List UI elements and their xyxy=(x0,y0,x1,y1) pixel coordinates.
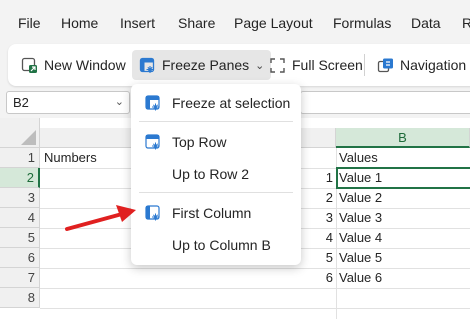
column-header-b[interactable]: B xyxy=(336,128,470,148)
freeze-panes-menu: Freeze at selection Top Row Up to Row 2 … xyxy=(131,84,301,265)
freeze-panes-button[interactable]: Freeze Panes ⌄ xyxy=(132,50,272,80)
menu-formulas[interactable]: Formulas xyxy=(333,15,391,31)
menu-item-label: Up to Column B xyxy=(172,237,271,253)
active-cell-outline xyxy=(336,167,470,189)
name-box-value: B2 xyxy=(13,95,29,110)
row-header-3[interactable]: 3 xyxy=(0,188,40,208)
toolbar-divider xyxy=(364,54,365,76)
cell-a3[interactable]: 2 xyxy=(300,188,333,208)
gridline xyxy=(40,288,470,289)
name-box[interactable]: B2 ⌄ xyxy=(6,91,130,114)
new-window-button[interactable]: New Window xyxy=(14,50,133,80)
new-window-label: New Window xyxy=(44,57,126,73)
select-all-corner[interactable] xyxy=(0,118,40,148)
full-screen-label: Full Screen xyxy=(292,57,363,73)
new-window-icon xyxy=(21,57,37,73)
ribbon-toolbar: New Window Freeze Panes ⌄ Full Screen Na… xyxy=(8,44,470,86)
formula-bar[interactable] xyxy=(300,91,470,114)
cell-b6[interactable]: Value 5 xyxy=(339,248,382,268)
select-all-icon xyxy=(21,130,36,145)
cell-b3[interactable]: Value 2 xyxy=(339,188,382,208)
menu-page-layout[interactable]: Page Layout xyxy=(234,15,313,31)
menu-item-up-to-row-2[interactable]: Up to Row 2 xyxy=(131,160,301,188)
cell-b1[interactable]: Values xyxy=(339,148,378,168)
freeze-top-row-icon xyxy=(145,134,160,150)
full-screen-button[interactable]: Full Screen xyxy=(262,50,370,80)
cell-a1[interactable]: Numbers xyxy=(44,148,97,168)
cell-b7[interactable]: Value 6 xyxy=(339,268,382,288)
menu-divider xyxy=(139,121,293,122)
row-header-1[interactable]: 1 xyxy=(0,148,40,168)
menu-insert[interactable]: Insert xyxy=(120,15,155,31)
annotation-arrow-icon xyxy=(65,205,136,231)
menu-item-first-column[interactable]: First Column xyxy=(131,199,301,227)
navigation-icon xyxy=(377,58,393,72)
menu-item-label: First Column xyxy=(172,205,252,221)
row-header-4[interactable]: 4 xyxy=(0,208,40,228)
row-header-5[interactable]: 5 xyxy=(0,228,40,248)
menu-data[interactable]: Data xyxy=(411,15,441,31)
chevron-down-icon[interactable]: ⌄ xyxy=(115,95,124,108)
row-header-6[interactable]: 6 xyxy=(0,248,40,268)
gridline xyxy=(40,308,470,309)
cell-a4[interactable]: 3 xyxy=(300,208,333,228)
menu-review[interactable]: R xyxy=(462,15,470,31)
row-header-2[interactable]: 2 xyxy=(0,168,40,188)
menu-item-label: Top Row xyxy=(172,134,227,150)
cell-b5[interactable]: Value 4 xyxy=(339,228,382,248)
menu-file[interactable]: File xyxy=(18,15,41,31)
menu-home[interactable]: Home xyxy=(61,15,98,31)
navigation-button[interactable]: Navigation xyxy=(370,50,470,80)
full-screen-icon xyxy=(270,57,285,73)
menu-item-label: Up to Row 2 xyxy=(172,166,250,182)
menu-item-freeze-at-selection[interactable]: Freeze at selection xyxy=(131,89,301,117)
menu-item-label: Freeze at selection xyxy=(172,95,291,111)
row-header-8[interactable]: 8 xyxy=(0,288,40,308)
menu-bar: File Home Insert Share Page Layout Formu… xyxy=(0,0,470,44)
row-header-7[interactable]: 7 xyxy=(0,268,40,288)
freeze-panes-label: Freeze Panes xyxy=(162,57,250,73)
cell-b4[interactable]: Value 3 xyxy=(339,208,382,228)
menu-item-up-to-column-b[interactable]: Up to Column B xyxy=(131,231,301,259)
menu-divider xyxy=(139,192,293,193)
cell-a7[interactable]: 6 xyxy=(300,268,333,288)
cell-a6[interactable]: 5 xyxy=(300,248,333,268)
freeze-selection-icon xyxy=(145,95,160,111)
cell-a5[interactable]: 4 xyxy=(300,228,333,248)
cell-a2[interactable]: 1 xyxy=(300,168,333,188)
navigation-label: Navigation xyxy=(400,57,467,73)
menu-item-top-row[interactable]: Top Row xyxy=(131,128,301,156)
menu-share[interactable]: Share xyxy=(178,15,215,31)
freeze-first-column-icon xyxy=(145,205,160,221)
gridline xyxy=(40,268,470,269)
freeze-panes-icon xyxy=(139,57,155,73)
